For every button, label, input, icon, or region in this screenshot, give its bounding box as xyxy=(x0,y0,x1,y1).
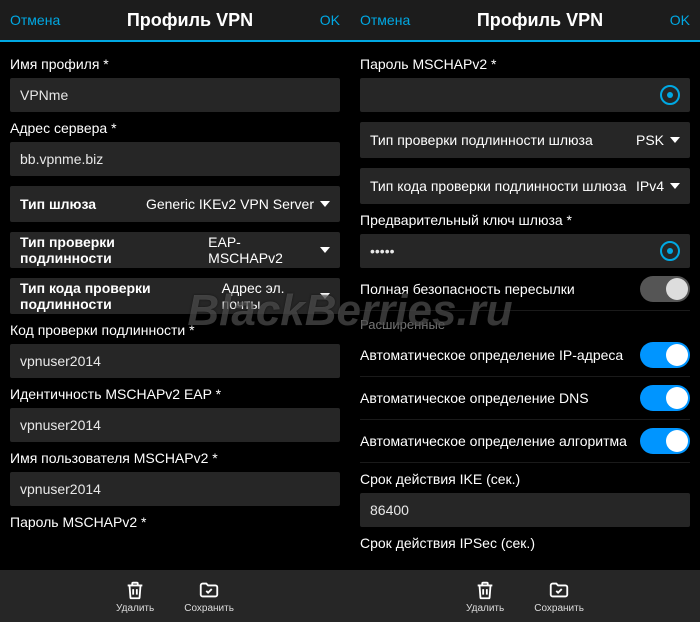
chevron-down-icon xyxy=(320,247,330,253)
folder-check-icon xyxy=(547,579,571,601)
save-label: Сохранить xyxy=(534,603,584,614)
trash-icon xyxy=(123,579,147,601)
auth-type-label: Тип проверки подлинности xyxy=(20,234,208,266)
ike-lifetime-input[interactable]: 86400 xyxy=(360,493,690,527)
footer: Удалить Сохранить xyxy=(0,570,350,622)
auto-ip-toggle[interactable] xyxy=(640,342,690,368)
form-content: Имя профиля * VPNme Адрес сервера * bb.v… xyxy=(0,42,350,570)
auto-ip-row: Автоматическое определение IP-адреса xyxy=(360,334,690,377)
ipsec-lifetime-label: Срок действия IPSec (сек.) xyxy=(360,535,690,551)
right-pane: Отмена Профиль VPN OK Пароль MSCHAPv2 * … xyxy=(350,0,700,622)
psk-value: ••••• xyxy=(370,243,395,259)
auto-dns-label: Автоматическое определение DNS xyxy=(360,390,640,406)
cancel-button[interactable]: Отмена xyxy=(360,12,410,28)
password-label: Пароль MSCHAPv2 * xyxy=(10,514,340,530)
header: Отмена Профиль VPN OK xyxy=(0,0,350,42)
profile-name-input[interactable]: VPNme xyxy=(10,78,340,112)
delete-label: Удалить xyxy=(466,603,504,614)
auth-type-value: EAP-MSCHAPv2 xyxy=(208,234,314,266)
auth-code-label: Код проверки подлинности * xyxy=(10,322,340,338)
left-pane: Отмена Профиль VPN OK Имя профиля * VPNm… xyxy=(0,0,350,622)
page-title: Профиль VPN xyxy=(127,10,253,31)
gateway-auth-type-select[interactable]: Тип проверки подлинности шлюза PSK xyxy=(360,122,690,158)
header: Отмена Профиль VPN OK xyxy=(350,0,700,42)
identity-input[interactable]: vpnuser2014 xyxy=(10,408,340,442)
profile-name-label: Имя профиля * xyxy=(10,56,340,72)
auth-code-input[interactable]: vpnuser2014 xyxy=(10,344,340,378)
eye-icon[interactable] xyxy=(660,241,680,261)
gateway-code-type-select[interactable]: Тип кода проверки подлинности шлюза IPv4 xyxy=(360,168,690,204)
auth-code-type-select[interactable]: Тип кода проверки подлинности Адрес эл. … xyxy=(10,278,340,314)
auto-dns-toggle[interactable] xyxy=(640,385,690,411)
save-button[interactable]: Сохранить xyxy=(184,579,234,614)
footer: Удалить Сохранить xyxy=(350,570,700,622)
advanced-header: Расширенные xyxy=(360,317,690,332)
psk-input[interactable]: ••••• xyxy=(360,234,690,268)
password-input[interactable] xyxy=(360,78,690,112)
ok-button[interactable]: OK xyxy=(320,12,340,28)
gateway-auth-type-label: Тип проверки подлинности шлюза xyxy=(370,132,593,148)
psk-label: Предварительный ключ шлюза * xyxy=(360,212,690,228)
delete-label: Удалить xyxy=(116,603,154,614)
password-label: Пароль MSCHAPv2 * xyxy=(360,56,690,72)
page-title: Профиль VPN xyxy=(477,10,603,31)
gateway-type-value: Generic IKEv2 VPN Server xyxy=(146,196,314,212)
auto-algo-toggle[interactable] xyxy=(640,428,690,454)
form-content: Пароль MSCHAPv2 * Тип проверки подлиннос… xyxy=(350,42,700,570)
gateway-type-select[interactable]: Тип шлюза Generic IKEv2 VPN Server xyxy=(10,186,340,222)
auth-type-select[interactable]: Тип проверки подлинности EAP-MSCHAPv2 xyxy=(10,232,340,268)
pfs-row: Полная безопасность пересылки xyxy=(360,268,690,311)
save-label: Сохранить xyxy=(184,603,234,614)
username-label: Имя пользователя MSCHAPv2 * xyxy=(10,450,340,466)
server-address-label: Адрес сервера * xyxy=(10,120,340,136)
chevron-down-icon xyxy=(670,137,680,143)
ike-lifetime-label: Срок действия IKE (сек.) xyxy=(360,471,690,487)
auto-algo-row: Автоматическое определение алгоритма xyxy=(360,420,690,463)
gateway-code-type-label: Тип кода проверки подлинности шлюза xyxy=(370,178,626,194)
chevron-down-icon xyxy=(670,183,680,189)
pfs-label: Полная безопасность пересылки xyxy=(360,281,640,297)
auth-code-type-label: Тип кода проверки подлинности xyxy=(20,280,222,312)
gateway-auth-type-value: PSK xyxy=(636,132,664,148)
gateway-type-label: Тип шлюза xyxy=(20,196,96,212)
identity-label: Идентичность MSCHAPv2 EAP * xyxy=(10,386,340,402)
server-address-input[interactable]: bb.vpnme.biz xyxy=(10,142,340,176)
gateway-code-type-value: IPv4 xyxy=(636,178,664,194)
save-button[interactable]: Сохранить xyxy=(534,579,584,614)
delete-button[interactable]: Удалить xyxy=(116,579,154,614)
auto-dns-row: Автоматическое определение DNS xyxy=(360,377,690,420)
auth-code-type-value: Адрес эл. почты xyxy=(222,280,314,312)
auto-ip-label: Автоматическое определение IP-адреса xyxy=(360,347,640,363)
pfs-toggle[interactable] xyxy=(640,276,690,302)
delete-button[interactable]: Удалить xyxy=(466,579,504,614)
eye-icon[interactable] xyxy=(660,85,680,105)
ok-button[interactable]: OK xyxy=(670,12,690,28)
username-input[interactable]: vpnuser2014 xyxy=(10,472,340,506)
chevron-down-icon xyxy=(320,201,330,207)
chevron-down-icon xyxy=(320,293,330,299)
auto-algo-label: Автоматическое определение алгоритма xyxy=(360,433,640,449)
folder-check-icon xyxy=(197,579,221,601)
cancel-button[interactable]: Отмена xyxy=(10,12,60,28)
trash-icon xyxy=(473,579,497,601)
